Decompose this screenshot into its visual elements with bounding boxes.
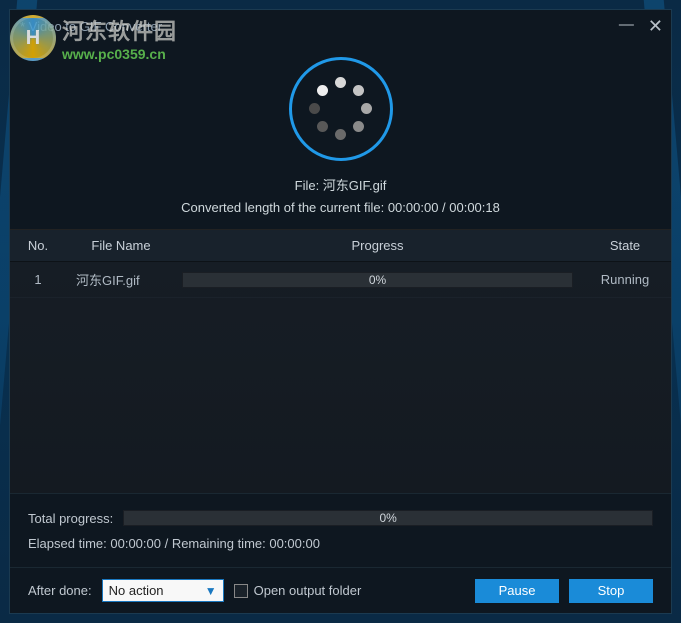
after-done-select[interactable]: No action ▼: [102, 579, 224, 602]
progress-hero: File: 河东GIF.gif Converted length of the …: [10, 42, 671, 229]
row-progress-bar: 0%: [182, 272, 573, 288]
col-header-name: File Name: [66, 238, 176, 253]
open-output-folder-label: Open output folder: [254, 583, 362, 598]
total-progress-bar: 0%: [123, 510, 653, 526]
pause-button[interactable]: Pause: [475, 579, 559, 603]
chevron-down-icon: ▼: [205, 584, 217, 598]
col-header-no: No.: [10, 238, 66, 253]
app-window: H 河东软件园 www.pc0359.cn * Video to GIF Con…: [9, 9, 672, 614]
cell-state: Running: [579, 272, 671, 287]
summary-section: Total progress: 0% Elapsed time: 00:00:0…: [10, 493, 671, 567]
table-body: 1 河东GIF.gif 0% Running: [10, 262, 671, 493]
after-done-value: No action: [109, 583, 164, 598]
checkbox-icon: [234, 584, 248, 598]
close-icon[interactable]: ✕: [648, 17, 663, 35]
file-table: No. File Name Progress State 1 河东GIF.gif…: [10, 229, 671, 493]
table-row[interactable]: 1 河东GIF.gif 0% Running: [10, 262, 671, 298]
cell-no: 1: [10, 272, 66, 287]
converted-length-label: Converted length of the current file: 00…: [181, 200, 500, 215]
after-done-label: After done:: [28, 583, 92, 598]
minimize-icon[interactable]: —: [619, 17, 634, 35]
time-info: Elapsed time: 00:00:00 / Remaining time:…: [28, 536, 653, 551]
table-header: No. File Name Progress State: [10, 230, 671, 262]
col-header-state: State: [579, 238, 671, 253]
total-progress-text: 0%: [379, 511, 396, 525]
col-header-progress: Progress: [176, 238, 579, 253]
stop-button[interactable]: Stop: [569, 579, 653, 603]
cell-filename: 河东GIF.gif: [66, 270, 176, 289]
row-progress-text: 0%: [369, 273, 386, 287]
current-file-label: File: 河东GIF.gif: [295, 175, 387, 194]
footer-bar: After done: No action ▼ Open output fold…: [10, 567, 671, 613]
open-output-folder-checkbox[interactable]: Open output folder: [234, 583, 362, 598]
window-title: * Video to GIF Converter: [20, 19, 162, 34]
total-progress-label: Total progress:: [28, 511, 113, 526]
titlebar[interactable]: * Video to GIF Converter — ✕: [10, 10, 671, 42]
spinner-icon: [289, 57, 393, 161]
